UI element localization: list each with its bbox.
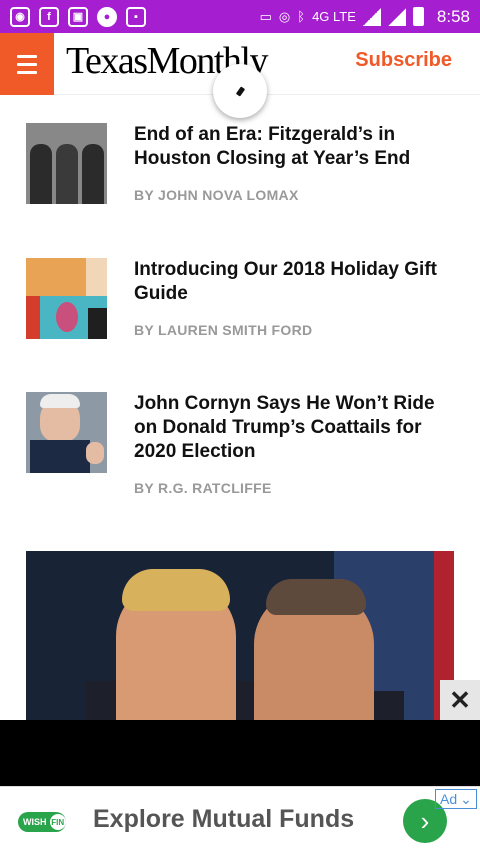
facebook-icon: f [39,6,59,27]
thumb-figure [82,144,104,204]
hero-image[interactable] [26,551,454,721]
menu-line [17,62,37,66]
article-author: BY JOHN NOVA LOMAX [134,187,299,203]
ad-label-text: Ad [440,791,458,807]
article-thumbnail[interactable] [26,392,107,473]
thumb-suit [30,440,90,473]
clock: 8:58 [436,6,470,26]
hair-shape [122,569,230,611]
camera-icon: ◉ [10,6,30,27]
article-item[interactable]: End of an Era: Fitzgerald’s in Houston C… [26,123,456,213]
wishfin-logo: WISH FIN [18,812,66,832]
ad-banner[interactable]: WISH FIN Explore Mutual Funds › Ad ⌄ [0,786,480,853]
article-thumbnail[interactable] [26,123,107,204]
signal-icon-2 [387,7,406,26]
menu-line [17,70,37,74]
ad-media-area [0,720,480,786]
thumb-block [88,308,107,339]
chevron-down-icon: ⌄ [460,790,472,807]
article-item[interactable]: John Cornyn Says He Won’t Ride on Donald… [26,392,456,502]
battery-icon [412,7,424,26]
article-author: BY R.G. RATCLIFFE [134,480,272,496]
article-title[interactable]: End of an Era: Fitzgerald’s in Houston C… [134,123,456,171]
thumb-block [56,302,78,332]
thumb-block [26,296,40,339]
article-title[interactable]: John Cornyn Says He Won’t Ride on Donald… [134,392,456,464]
app-icon: ▣ [68,6,88,27]
ad-badge-wish: WISH [23,817,47,827]
ad-choices-label[interactable]: Ad ⌄ [435,789,477,809]
ad-headline[interactable]: Explore Mutual Funds [93,805,354,834]
thumb-figure [30,144,52,204]
article-author: BY LAUREN SMITH FORD [134,322,313,338]
podcast-icon: ● [97,6,117,27]
hamburger-menu-button[interactable] [0,33,54,95]
hotspot-icon: ◎ [278,8,291,24]
notification-icon: ▪ [126,6,146,27]
cast-icon: ▭ [259,8,272,24]
thumb-block [26,258,86,296]
loading-spinner [213,64,267,118]
article-item[interactable]: Introducing Our 2018 Holiday Gift Guide … [26,258,456,348]
network-label: 4G LTE [312,9,356,24]
article-thumbnail[interactable] [26,258,107,339]
signal-icon [362,7,381,26]
thumb-block [86,258,107,296]
spinner-icon [235,85,245,97]
menu-line [17,54,37,58]
close-ad-button[interactable]: ✕ [440,680,480,720]
thumb-hand [86,442,104,464]
subscribe-link[interactable]: Subscribe [355,49,452,72]
article-title[interactable]: Introducing Our 2018 Holiday Gift Guide [134,258,456,306]
hair-shape [266,579,366,615]
thumb-figure [56,144,78,204]
thumb-hair [40,394,80,408]
status-bar: ◉ f ▣ ● ▪ ▭ ◎ ᛒ 4G LTE 8:58 [0,0,480,33]
ad-badge-fin: FIN [49,814,66,830]
bluetooth-icon: ᛒ [297,9,306,24]
